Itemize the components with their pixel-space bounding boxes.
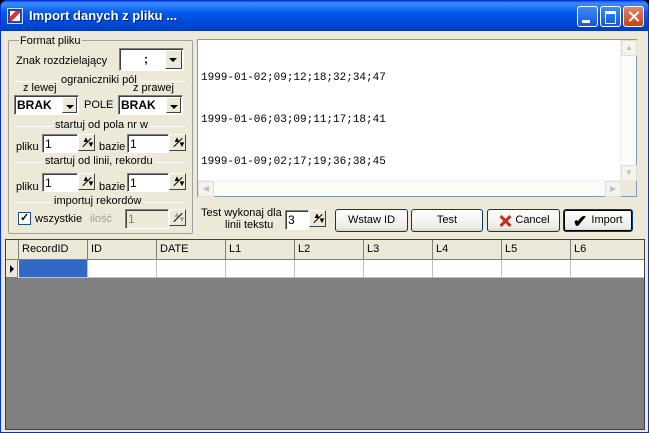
left-delimiter-label: z lewej <box>23 82 57 94</box>
column-header-date[interactable]: DATE <box>157 240 226 260</box>
column-header-l3[interactable]: L3 <box>364 240 433 260</box>
table-cell[interactable] <box>364 260 433 278</box>
start-field-file-value: 1 <box>45 137 52 151</box>
scroll-up-icon[interactable]: ▲ <box>621 40 637 56</box>
all-records-checkbox[interactable] <box>18 211 31 225</box>
table-cell[interactable] <box>295 260 364 278</box>
start-line-file-value: 1 <box>45 176 52 190</box>
test-button[interactable]: Test <box>411 209 483 232</box>
import-label: Import <box>591 214 623 226</box>
table-cell[interactable] <box>226 260 295 278</box>
grid-header: RecordID ID DATE L1 L2 L3 L4 L5 L6 <box>6 240 644 260</box>
app-icon[interactable] <box>7 8 23 24</box>
vertical-scrollbar[interactable]: ▲ ▼ <box>620 40 637 181</box>
window-title: Import danych z pliku ... <box>29 8 178 23</box>
start-line-file-label: pliku <box>16 181 39 193</box>
test-lines-label-2: linii tekstu <box>225 219 274 231</box>
start-field-file-input[interactable]: 1 <box>42 134 78 153</box>
right-delimiter-combo[interactable]: BRAK <box>118 95 183 115</box>
start-line-file-input[interactable]: 1 <box>42 173 78 192</box>
separator-value: ; <box>144 52 148 66</box>
all-records-label: wszystkie <box>35 213 83 225</box>
field-label: POLE <box>84 99 114 111</box>
scroll-corner <box>620 180 636 196</box>
test-lines-value: 3 <box>288 213 295 227</box>
start-line-base-input[interactable]: 1 <box>127 173 169 192</box>
scroll-left-icon[interactable]: ◀ <box>198 181 214 197</box>
start-field-file-label: pliku <box>16 141 39 153</box>
table-cell[interactable] <box>19 260 88 278</box>
chevron-down-icon[interactable] <box>165 50 182 69</box>
table-cell[interactable] <box>88 260 157 278</box>
import-records-title: importuj rekordów <box>52 195 144 207</box>
spin-updown-icon[interactable]: ▲ ▼ <box>78 134 95 151</box>
column-header-l5[interactable]: L5 <box>502 240 571 260</box>
close-button[interactable] <box>623 6 644 27</box>
right-delimiter-label: z prawej <box>133 82 174 94</box>
preview-line: 1999-01-09;02;17;19;36;38;45 <box>201 156 386 168</box>
test-lines-input[interactable]: 3 <box>285 210 309 230</box>
title-bar[interactable]: Import danych z pliku ... <box>1 1 648 31</box>
import-dialog-window: Import danych z pliku ... Format pliku Z… <box>0 0 649 433</box>
header-indicator-cell <box>6 240 19 260</box>
row-indicator-icon <box>6 260 18 278</box>
preview-line: 1999-01-06;03;09;11;17;18;41 <box>201 114 386 126</box>
table-cell[interactable] <box>433 260 502 278</box>
maximize-button[interactable] <box>600 6 621 27</box>
format-group-title: Format pliku <box>19 35 82 47</box>
preview-lines: 1999-01-02;09;12;18;32;34;47 1999-01-06;… <box>201 43 386 197</box>
left-delimiter-combo[interactable]: BRAK <box>14 95 79 115</box>
table-row[interactable] <box>6 260 644 278</box>
preview-line: 1999-01-02;09;12;18;32;34;47 <box>201 72 386 84</box>
column-header-recordid[interactable]: RecordID <box>19 240 88 260</box>
cancel-label: Cancel <box>515 214 550 226</box>
test-lines-label-1: Test wykonaj dla <box>201 207 282 219</box>
spin-updown-icon[interactable]: ▲ ▼ <box>169 134 186 151</box>
table-cell[interactable] <box>502 260 571 278</box>
cross-icon <box>499 215 511 227</box>
checkmark-icon: ✔ <box>573 212 588 231</box>
table-cell[interactable] <box>571 260 644 278</box>
start-line-base-value: 1 <box>130 176 137 190</box>
chevron-down-icon[interactable] <box>62 97 77 113</box>
count-input[interactable]: 1 <box>125 209 169 229</box>
minimize-button[interactable] <box>577 6 598 27</box>
insert-id-button[interactable]: Wstaw ID <box>335 209 408 232</box>
column-header-id[interactable]: ID <box>88 240 157 260</box>
column-header-l1[interactable]: L1 <box>226 240 295 260</box>
chevron-down-icon[interactable] <box>166 97 181 113</box>
spin-updown-icon[interactable]: ▲ ▼ <box>78 173 95 190</box>
spin-updown-icon[interactable]: ▲ ▼ <box>309 210 326 227</box>
scroll-down-icon[interactable]: ▼ <box>621 165 637 181</box>
separator-combo[interactable]: ; <box>119 48 184 71</box>
table-cell[interactable] <box>157 260 226 278</box>
left-delimiter-value: BRAK <box>17 98 52 112</box>
column-header-l2[interactable]: L2 <box>295 240 364 260</box>
horizontal-scrollbar[interactable]: ◀ ▶ <box>198 180 621 197</box>
start-field-base-value: 1 <box>130 137 137 151</box>
delimiters-title: ograniczniki pól <box>59 74 139 86</box>
start-field-title: startuj od pola nr w <box>53 119 150 131</box>
column-header-l4[interactable]: L4 <box>433 240 502 260</box>
records-grid[interactable]: RecordID ID DATE L1 L2 L3 L4 L5 L6 <box>5 239 645 430</box>
start-field-base-label: bazie <box>99 141 126 153</box>
count-label: ilość <box>90 213 113 225</box>
test-label: Test <box>436 214 458 226</box>
spin-updown-icon[interactable]: ▲ ▼ <box>169 173 186 190</box>
column-header-l6[interactable]: L6 <box>571 240 644 260</box>
file-preview-memo[interactable]: 1999-01-02;09;12;18;32;34;47 1999-01-06;… <box>197 39 637 197</box>
right-delimiter-value: BRAK <box>121 98 156 112</box>
insert-id-label: Wstaw ID <box>347 214 396 226</box>
scroll-right-icon[interactable]: ▶ <box>605 181 621 197</box>
separator-label: Znak rozdzielający <box>16 55 108 67</box>
start-line-title: startuj od linii, rekordu <box>43 155 155 167</box>
start-field-base-input[interactable]: 1 <box>127 134 169 153</box>
count-value: 1 <box>128 212 135 226</box>
cancel-button[interactable]: Cancel <box>487 209 560 232</box>
import-button[interactable]: ✔ Import <box>563 209 633 232</box>
start-line-base-label: bazie <box>99 181 126 193</box>
spin-updown-icon[interactable]: ▲ ▼ <box>169 209 186 226</box>
